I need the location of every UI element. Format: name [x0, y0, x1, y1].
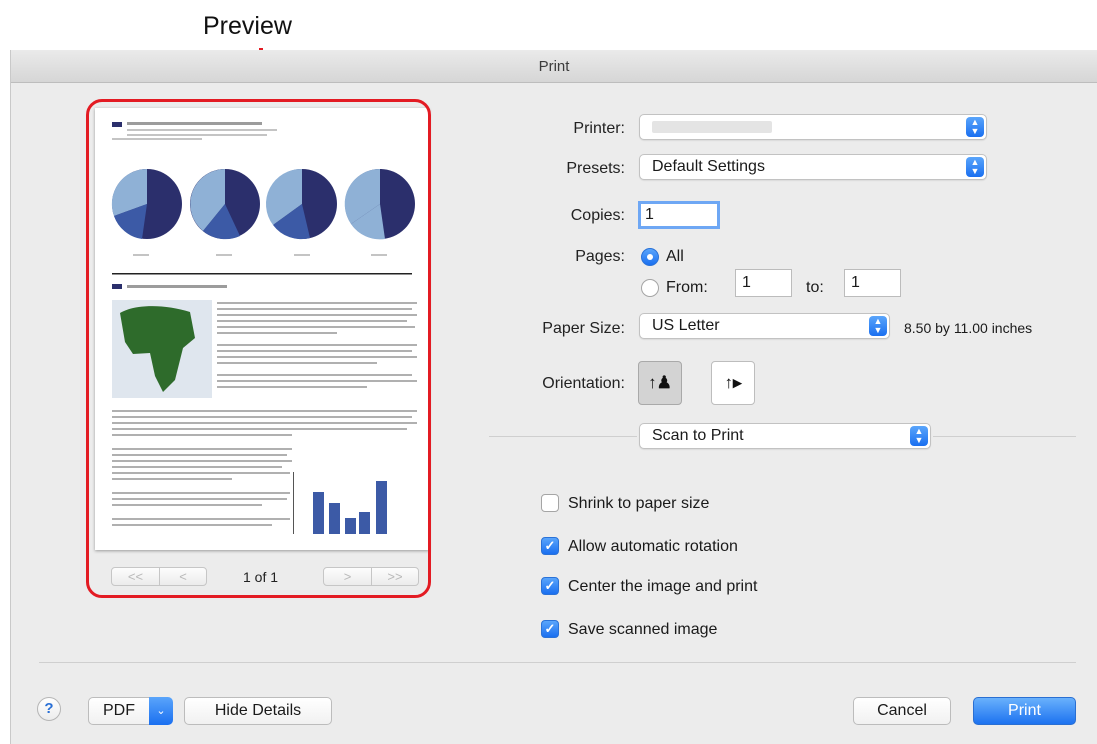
center-image-checkbox[interactable]: ✓ [541, 577, 559, 595]
print-button[interactable]: Print [973, 697, 1076, 725]
pages-from-field[interactable]: 1 [735, 269, 792, 297]
section-popup[interactable]: Scan to Print ▲ ▼ [639, 423, 931, 449]
paper-size-value: US Letter [652, 317, 720, 334]
copies-label: Copies: [570, 207, 625, 224]
preview-back-buttons: << < [111, 567, 207, 586]
popup-arrows-icon: ▲ ▼ [966, 117, 984, 137]
previous-page-button[interactable]: < [159, 568, 206, 585]
paper-size-popup[interactable]: US Letter ▲ ▼ [639, 313, 890, 339]
help-button[interactable]: ? [37, 697, 61, 721]
allow-rotation-checkbox[interactable]: ✓ [541, 537, 559, 555]
allow-rotation-label: Allow automatic rotation [568, 538, 738, 555]
save-scanned-image-checkbox[interactable]: ✓ [541, 620, 559, 638]
presets-label: Presets: [566, 160, 625, 177]
presets-value: Default Settings [652, 158, 765, 175]
pages-from-label: From: [666, 279, 708, 296]
pages-to-label: to: [806, 279, 824, 296]
popup-arrows-icon: ▲ ▼ [966, 157, 984, 177]
preview-highlight-frame [86, 99, 431, 598]
copies-field[interactable]: 1 [638, 201, 720, 229]
orientation-landscape-button[interactable]: ↑▸ [711, 361, 755, 405]
pages-from-radio[interactable] [641, 279, 659, 297]
dialog-title: Print [11, 50, 1097, 83]
portrait-orientation-icon: ↑♟ [648, 373, 672, 392]
pages-label: Pages: [575, 248, 625, 265]
save-scanned-image-label: Save scanned image [568, 621, 718, 638]
printer-popup[interactable]: ▲ ▼ [639, 114, 987, 140]
popup-arrows-icon: ▲ ▼ [869, 316, 887, 336]
section-divider-right [933, 436, 1076, 437]
landscape-orientation-icon: ↑▸ [724, 373, 742, 392]
printer-label: Printer: [573, 120, 625, 137]
shrink-to-paper-checkbox[interactable] [541, 494, 559, 512]
section-popup-value: Scan to Print [652, 427, 744, 444]
preview-forward-buttons: > >> [323, 567, 419, 586]
orientation-portrait-button[interactable]: ↑♟ [638, 361, 682, 405]
next-page-button[interactable]: > [324, 568, 371, 585]
printer-value [652, 120, 772, 133]
pages-all-label: All [666, 248, 684, 265]
last-page-button[interactable]: >> [371, 568, 418, 585]
pdf-menu-arrow-icon[interactable]: ⌄ [149, 697, 173, 725]
hide-details-button[interactable]: Hide Details [184, 697, 332, 725]
preview-annotation-label: Preview [203, 12, 292, 40]
center-image-label: Center the image and print [568, 578, 758, 595]
popup-arrows-icon: ▲ ▼ [910, 426, 928, 446]
cancel-button[interactable]: Cancel [853, 697, 951, 725]
paper-size-label: Paper Size: [542, 320, 625, 337]
presets-popup[interactable]: Default Settings ▲ ▼ [639, 154, 987, 180]
pages-all-radio[interactable] [641, 248, 659, 266]
first-page-button[interactable]: << [112, 568, 159, 585]
orientation-label: Orientation: [542, 375, 625, 392]
pdf-button[interactable]: PDF [88, 697, 150, 725]
section-divider-left [489, 436, 637, 437]
paper-size-dimensions: 8.50 by 11.00 inches [904, 320, 1033, 336]
page-count: 1 of 1 [243, 569, 279, 585]
footer-divider [39, 662, 1076, 663]
preview-pager: << < 1 of 1 > >> [111, 567, 419, 589]
pages-to-field[interactable]: 1 [844, 269, 901, 297]
print-dialog: Print << < 1 of 1 > >> Printer: ▲ ▼ Pres… [10, 50, 1097, 744]
shrink-to-paper-label: Shrink to paper size [568, 495, 710, 512]
